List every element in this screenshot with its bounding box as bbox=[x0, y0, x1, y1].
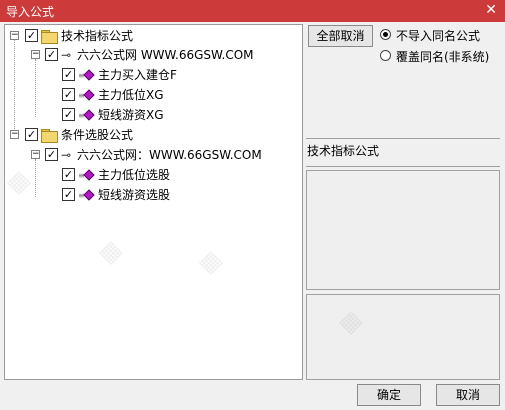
preview-panel bbox=[306, 170, 500, 290]
group-checkbox[interactable]: ✓ bbox=[25, 29, 38, 42]
item-checkbox[interactable]: ✓ bbox=[62, 68, 75, 81]
separator bbox=[306, 166, 500, 167]
key-icon: ⊸ bbox=[61, 148, 72, 162]
radio-overwrite-label[interactable]: 覆盖同名(非系统) bbox=[396, 48, 489, 65]
cancel-all-button[interactable]: 全部取消 bbox=[308, 25, 373, 47]
tree-item[interactable]: ✓ ≡ 主力低位选股 bbox=[5, 166, 295, 184]
item-checkbox[interactable]: ✓ bbox=[62, 188, 75, 201]
item-label: 短线游资选股 bbox=[98, 188, 171, 202]
collapse-icon[interactable]: − bbox=[31, 150, 40, 159]
item-label: 短线游资XG bbox=[98, 108, 164, 122]
tree-site-node[interactable]: − ✓ ⊸ 六六公式网：WWW.66GSW.COM bbox=[5, 146, 295, 164]
collapse-icon[interactable]: − bbox=[10, 130, 19, 139]
radio-skip-duplicates[interactable] bbox=[380, 29, 391, 40]
separator bbox=[306, 138, 500, 139]
site-label: 六六公式网：WWW.66GSW.COM bbox=[77, 148, 262, 162]
item-checkbox[interactable]: ✓ bbox=[62, 168, 75, 181]
group-label: 条件选股公式 bbox=[61, 128, 134, 142]
tree-item[interactable]: ✓ ≡ 主力买入建仓F bbox=[5, 66, 295, 84]
site-checkbox[interactable]: ✓ bbox=[45, 48, 58, 61]
collapse-icon[interactable]: − bbox=[31, 50, 40, 59]
title-bar: 导入公式 ✕ bbox=[0, 0, 505, 22]
group-checkbox[interactable]: ✓ bbox=[25, 128, 38, 141]
window-title: 导入公式 bbox=[6, 5, 55, 19]
tree-item[interactable]: ✓ ≡ 短线游资XG bbox=[5, 106, 295, 124]
tree-group[interactable]: − ✓ 技术指标公式 bbox=[5, 27, 295, 45]
tree-group[interactable]: − ✓ 条件选股公式 bbox=[5, 126, 295, 144]
formula-gem-icon bbox=[83, 169, 95, 181]
radio-skip-duplicates-label[interactable]: 不导入同名公式 bbox=[396, 27, 480, 44]
ok-button[interactable]: 确定 bbox=[357, 384, 421, 406]
folder-icon bbox=[41, 129, 58, 143]
radio-overwrite[interactable] bbox=[380, 50, 391, 61]
section-title: 技术指标公式 bbox=[307, 144, 380, 158]
detail-panel bbox=[306, 294, 500, 380]
item-label: 主力低位XG bbox=[98, 88, 164, 102]
formula-tree[interactable]: − ✓ 技术指标公式 − ✓ ⊸ 六六公式网 WWW.66GSW.COM ✓ ≡… bbox=[4, 24, 303, 380]
formula-gem-icon bbox=[83, 189, 95, 201]
item-label: 主力低位选股 bbox=[98, 168, 171, 182]
site-label: 六六公式网 WWW.66GSW.COM bbox=[77, 48, 254, 62]
tree-item[interactable]: ✓ ≡ 主力低位XG bbox=[5, 86, 295, 104]
cancel-button[interactable]: 取消 bbox=[436, 384, 500, 406]
site-checkbox[interactable]: ✓ bbox=[45, 148, 58, 161]
tree-item[interactable]: ✓ ≡ 短线游资选股 bbox=[5, 186, 295, 204]
folder-icon bbox=[41, 30, 58, 44]
item-label: 主力买入建仓F bbox=[98, 68, 177, 82]
collapse-icon[interactable]: − bbox=[10, 31, 19, 40]
tree-site-node[interactable]: − ✓ ⊸ 六六公式网 WWW.66GSW.COM bbox=[5, 46, 295, 64]
item-checkbox[interactable]: ✓ bbox=[62, 108, 75, 121]
formula-gem-icon bbox=[83, 109, 95, 121]
key-icon: ⊸ bbox=[61, 48, 72, 62]
formula-gem-icon bbox=[83, 69, 95, 81]
item-checkbox[interactable]: ✓ bbox=[62, 88, 75, 101]
group-label: 技术指标公式 bbox=[61, 29, 134, 43]
close-icon[interactable]: ✕ bbox=[485, 2, 497, 18]
formula-gem-icon bbox=[83, 89, 95, 101]
